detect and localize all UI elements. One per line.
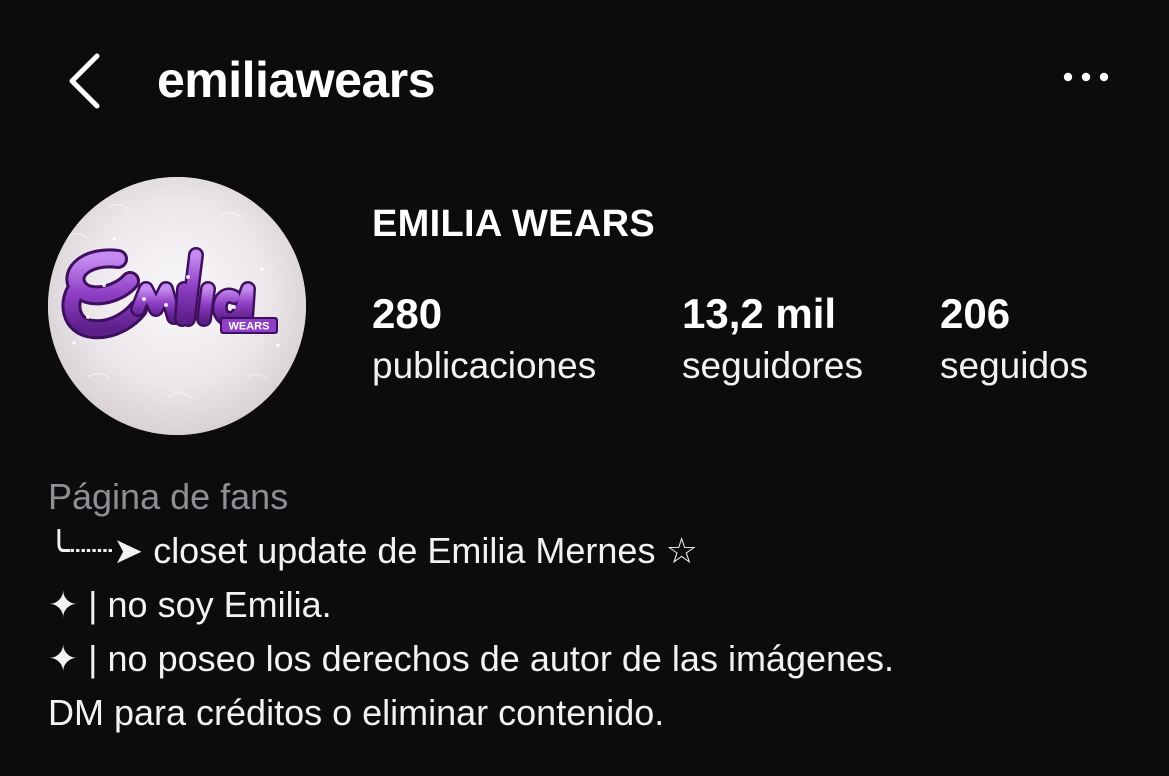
following-count[interactable]: 206 seguidos (940, 290, 1088, 388)
posts-count[interactable]: 280 publicaciones (372, 290, 596, 388)
followers-count-label: seguidores (682, 345, 864, 386)
followers-count[interactable]: 13,2 mil seguidores (682, 290, 863, 388)
posts-count-label: publicaciones (372, 345, 597, 386)
ellipsis-icon (1063, 72, 1109, 82)
profile-display-name: EMILIA WEARS (372, 203, 655, 245)
top-navigation-bar: emiliawears (0, 0, 1169, 160)
back-button[interactable] (60, 50, 110, 110)
bio-line: ✦ | no poseo los derechos de autor de la… (48, 638, 895, 679)
bio-line: ╰┈┈➤ closet update de Emilia Mernes ☆ (48, 530, 698, 571)
profile-avatar[interactable]: WEARS (48, 177, 306, 435)
posts-count-value: 280 (372, 290, 443, 337)
followers-count-value: 13,2 mil (682, 290, 837, 337)
svg-text:WEARS: WEARS (229, 321, 270, 333)
emilia-wears-logo: WEARS (48, 177, 306, 435)
profile-bio: Página de fans ╰┈┈➤ closet update de Emi… (48, 470, 1138, 740)
following-count-value: 206 (940, 290, 1011, 337)
profile-username: emiliawears (157, 52, 436, 108)
bio-category: Página de fans (48, 476, 289, 517)
bio-line: ✦ | no soy Emilia. (48, 584, 332, 625)
more-options-button[interactable] (1058, 62, 1114, 92)
bio-line: DM para créditos o eliminar contenido. (48, 692, 665, 733)
following-count-label: seguidos (940, 345, 1089, 386)
chevron-left-icon (69, 53, 100, 109)
